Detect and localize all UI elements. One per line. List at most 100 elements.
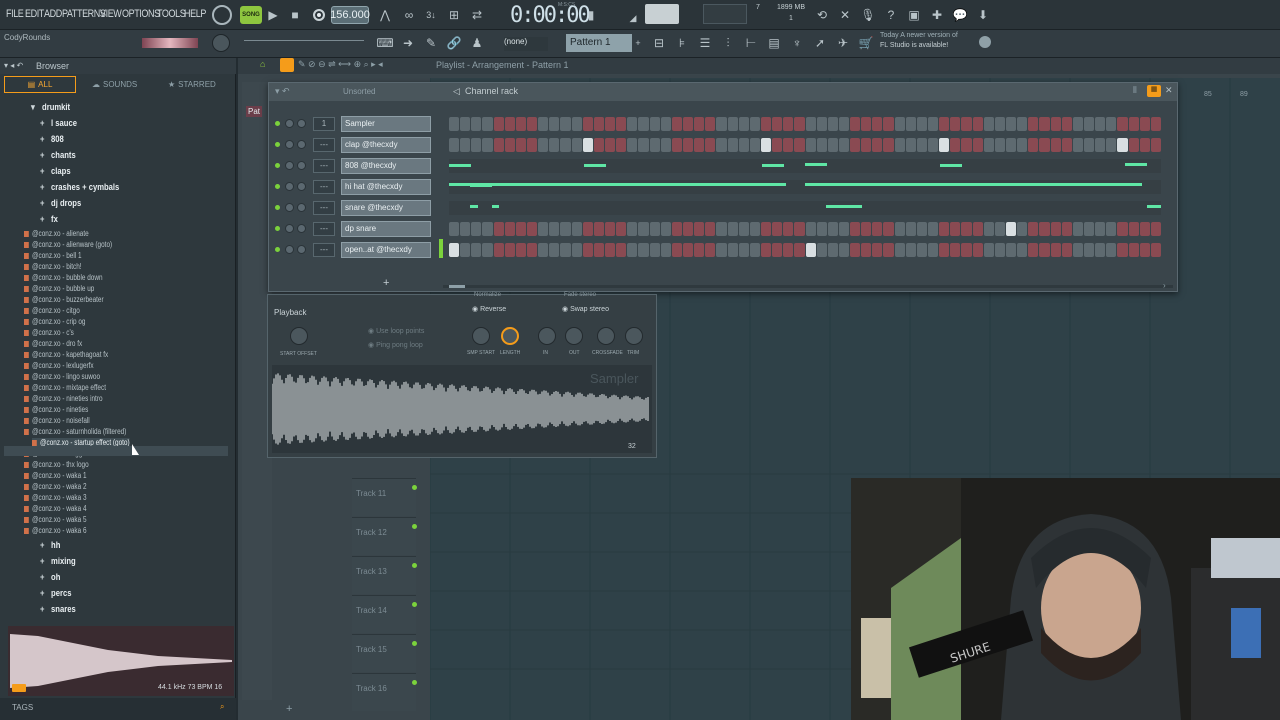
step-button[interactable]: [649, 243, 660, 257]
step-button[interactable]: [950, 243, 961, 257]
step-button[interactable]: [538, 243, 549, 257]
step-button[interactable]: [549, 222, 560, 236]
step-button[interactable]: [872, 117, 883, 131]
smp-start-knob[interactable]: [472, 327, 490, 345]
sampler-waveform-area[interactable]: Sampler 32: [271, 365, 652, 453]
channel-volume-knob[interactable]: [285, 245, 294, 254]
step-button[interactable]: [939, 138, 950, 152]
step-button[interactable]: [449, 243, 460, 257]
step-button[interactable]: [827, 243, 838, 257]
step-button[interactable]: [1095, 243, 1106, 257]
step-button[interactable]: [526, 117, 538, 131]
step-button[interactable]: [504, 138, 515, 152]
file-item[interactable]: @conz.xo - noisefall: [24, 416, 90, 425]
step-button[interactable]: [716, 138, 727, 152]
step-button[interactable]: [972, 222, 983, 236]
channel-volume-knob[interactable]: [285, 119, 294, 128]
piano-roll-preview[interactable]: [449, 201, 1162, 215]
keyboard-icon[interactable]: ⌨: [376, 34, 394, 52]
step-button[interactable]: [449, 117, 460, 131]
help-icon[interactable]: ?: [883, 6, 899, 24]
step-button[interactable]: [1028, 222, 1039, 236]
step-button[interactable]: [816, 222, 827, 236]
step-button[interactable]: [838, 117, 850, 131]
folder-item[interactable]: + snares: [40, 604, 76, 614]
step-button[interactable]: [850, 117, 861, 131]
step-button[interactable]: [660, 138, 671, 152]
step-button[interactable]: [1050, 138, 1061, 152]
step-button[interactable]: [794, 222, 805, 236]
folder-item[interactable]: + l sauce: [40, 118, 77, 128]
channel-name-button[interactable]: Sampler: [341, 116, 431, 132]
file-item[interactable]: @conz.xo - nineties: [24, 405, 88, 414]
step-button[interactable]: [671, 138, 682, 152]
step-button[interactable]: [593, 138, 604, 152]
step-button[interactable]: [616, 117, 627, 131]
step-button[interactable]: [571, 117, 582, 131]
step-button[interactable]: [638, 222, 649, 236]
channel-mute-led[interactable]: [275, 205, 280, 210]
folder-item[interactable]: + chants: [40, 150, 76, 160]
step-button[interactable]: [682, 243, 694, 257]
step-button[interactable]: [593, 222, 604, 236]
step-button[interactable]: [794, 138, 805, 152]
file-item[interactable]: @conz.xo - bubble down: [24, 273, 103, 282]
mixer-icon[interactable]: ⫶: [719, 34, 737, 52]
step-button[interactable]: [1017, 243, 1028, 257]
channel-mixer-track[interactable]: ---: [313, 159, 335, 173]
step-button[interactable]: [1084, 117, 1095, 131]
pencil-icon[interactable]: ✎: [422, 34, 440, 52]
search-icon[interactable]: ⌕: [220, 702, 224, 712]
step-button[interactable]: [894, 138, 905, 152]
folder-expand-icon[interactable]: +: [40, 588, 47, 598]
step-button[interactable]: [716, 117, 727, 131]
step-button[interactable]: [1006, 222, 1017, 236]
channel-filter[interactable]: Unsorted: [343, 87, 375, 96]
piano-roll-preview[interactable]: [449, 159, 1161, 173]
step-button[interactable]: [983, 222, 994, 236]
step-button[interactable]: [582, 243, 593, 257]
playlist-snap-icon[interactable]: ⌂: [260, 59, 272, 71]
snap-select[interactable]: (none): [504, 37, 548, 51]
step-button[interactable]: [861, 243, 872, 257]
step-button[interactable]: [515, 222, 526, 236]
step-button[interactable]: [638, 138, 649, 152]
step-button[interactable]: [783, 117, 794, 131]
step-button[interactable]: [1106, 243, 1117, 257]
step-button[interactable]: [872, 138, 883, 152]
step-button[interactable]: [493, 138, 504, 152]
step-button[interactable]: [872, 222, 883, 236]
step-button[interactable]: [1072, 222, 1084, 236]
folder-expand-icon[interactable]: +: [40, 572, 47, 582]
step-button[interactable]: [1061, 243, 1072, 257]
folder-expand-icon[interactable]: +: [40, 134, 47, 144]
step-button[interactable]: [1095, 222, 1106, 236]
step-button[interactable]: [727, 117, 738, 131]
step-button[interactable]: [616, 222, 627, 236]
step-button[interactable]: [560, 243, 571, 257]
step-button[interactable]: [928, 222, 939, 236]
plugin-picker-icon[interactable]: ♆: [788, 34, 806, 52]
step-button[interactable]: [894, 222, 905, 236]
playlist-draw-icon[interactable]: [280, 58, 294, 72]
tab-sounds[interactable]: ☁ SOUNDS: [92, 76, 152, 93]
step-button[interactable]: [582, 138, 593, 152]
pattern-song-toggle-icon[interactable]: [212, 5, 232, 25]
menu-add[interactable]: ADD: [44, 8, 62, 20]
step-button[interactable]: [560, 222, 571, 236]
step-button[interactable]: [749, 222, 760, 236]
step-button[interactable]: [894, 243, 905, 257]
step-button[interactable]: [493, 117, 504, 131]
step-button[interactable]: [1050, 117, 1061, 131]
step-button[interactable]: [1084, 138, 1095, 152]
step-button[interactable]: [994, 243, 1006, 257]
file-item[interactable]: @conz.xo - waka 1: [24, 471, 87, 480]
out-knob[interactable]: [565, 327, 583, 345]
tab-starred[interactable]: ★ STARRED: [168, 76, 228, 93]
step-button[interactable]: [471, 117, 482, 131]
step-button[interactable]: [783, 222, 794, 236]
file-item[interactable]: @conz.xo - waka 4: [24, 504, 87, 513]
step-button[interactable]: [1039, 138, 1050, 152]
channel-name-button[interactable]: dp snare: [341, 221, 431, 237]
song-mode-button[interactable]: SONG: [240, 6, 262, 24]
